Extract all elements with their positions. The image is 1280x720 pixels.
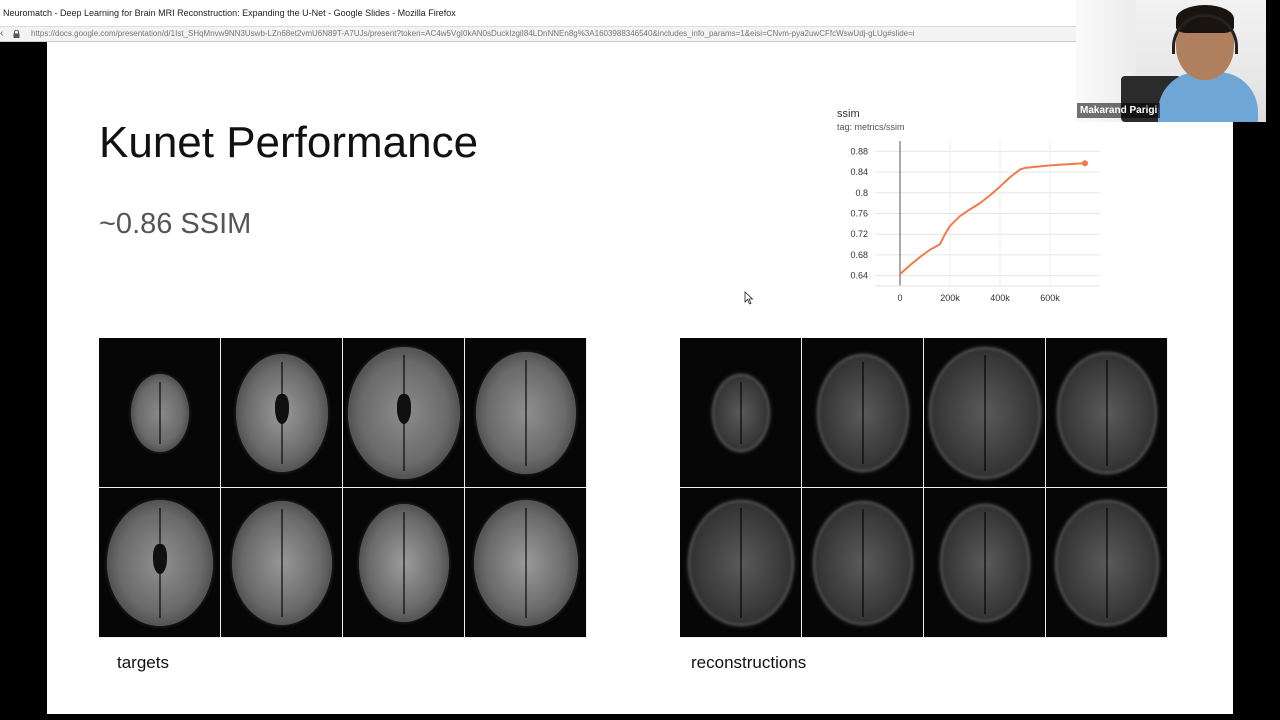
reconstruction-image	[1046, 338, 1167, 487]
brain-midline	[862, 508, 864, 617]
target-image	[343, 488, 464, 637]
target-image	[221, 338, 342, 487]
chart-y-tick-label: 0.72	[850, 229, 868, 239]
reconstructions-caption: reconstructions	[691, 653, 807, 672]
target-image	[343, 338, 464, 487]
url-text[interactable]: https://docs.google.com/presentation/d/1…	[31, 27, 915, 41]
target-image	[99, 488, 220, 637]
brain-ventricle	[275, 394, 289, 424]
chart-x-tick-label: 400k	[990, 293, 1010, 303]
presentation-slide: Kunet Performance ~0.86 SSIM ssim tag: me…	[47, 42, 1233, 714]
chart-x-tick-label: 0	[897, 293, 902, 303]
target-image	[221, 488, 342, 637]
ssim-chart: ssim tag: metrics/ssim 0.64 0.68 0.72 0.76 0.8…	[837, 108, 1100, 303]
webcam-video-tile: Makarand Parigi	[1076, 0, 1266, 122]
chart-y-tick-label: 0.64	[850, 271, 868, 281]
target-image	[99, 338, 220, 487]
lock-icon	[13, 30, 20, 38]
reconstruction-image	[680, 338, 801, 487]
brain-midline	[281, 508, 283, 617]
chart-y-tick-label: 0.8	[855, 188, 868, 198]
window-title-bar: Neuromatch - Deep Learning for Brain MRI…	[0, 0, 1076, 26]
address-bar[interactable]: ‹ https://docs.google.com/presentation/d…	[0, 26, 1076, 42]
brain-midline	[525, 359, 527, 466]
brain-midline	[1106, 359, 1108, 466]
brain-midline	[159, 381, 161, 444]
targets-caption: targets	[117, 653, 169, 672]
chart-x-tick-label: 200k	[940, 293, 960, 303]
chart-last-point	[1082, 160, 1088, 167]
target-image	[465, 338, 586, 487]
brain-ventricle	[397, 394, 411, 424]
reconstruction-images-grid	[680, 338, 1168, 638]
brain-midline	[984, 354, 986, 471]
chart-y-tick-label: 0.68	[850, 250, 868, 260]
slide-title: Kunet Performance	[99, 118, 479, 167]
brain-midline	[403, 511, 405, 614]
chart-y-tick-label: 0.88	[850, 146, 868, 156]
reconstruction-image	[802, 488, 923, 637]
reconstruction-image	[680, 488, 801, 637]
brain-midline	[525, 507, 527, 618]
window-title: Neuromatch - Deep Learning for Brain MRI…	[3, 8, 456, 18]
brain-midline	[740, 381, 742, 444]
reconstruction-image	[802, 338, 923, 487]
brain-midline	[1106, 507, 1108, 618]
participant-name: Makarand Parigi	[1077, 103, 1161, 118]
chart-y-tick-label: 0.84	[850, 167, 868, 177]
brain-ventricle	[153, 544, 167, 574]
reconstruction-image	[1046, 488, 1167, 637]
brain-midline	[740, 507, 742, 618]
target-image	[465, 488, 586, 637]
chart-y-tick-label: 0.76	[850, 209, 868, 219]
chart-series-line	[899, 162, 1086, 275]
chart-x-tick-label: 600k	[1040, 293, 1060, 303]
reconstruction-image	[924, 338, 1045, 487]
mouse-cursor-icon	[744, 291, 754, 305]
chart-subtitle: tag: metrics/ssim	[837, 122, 905, 132]
target-images-grid	[99, 338, 587, 638]
reconstruction-image	[924, 488, 1045, 637]
brain-midline	[862, 361, 864, 464]
back-icon[interactable]: ‹	[0, 27, 8, 41]
brain-midline	[984, 511, 986, 614]
chart-title: ssim	[837, 108, 860, 120]
slide-subtitle: ~0.86 SSIM	[99, 208, 252, 240]
